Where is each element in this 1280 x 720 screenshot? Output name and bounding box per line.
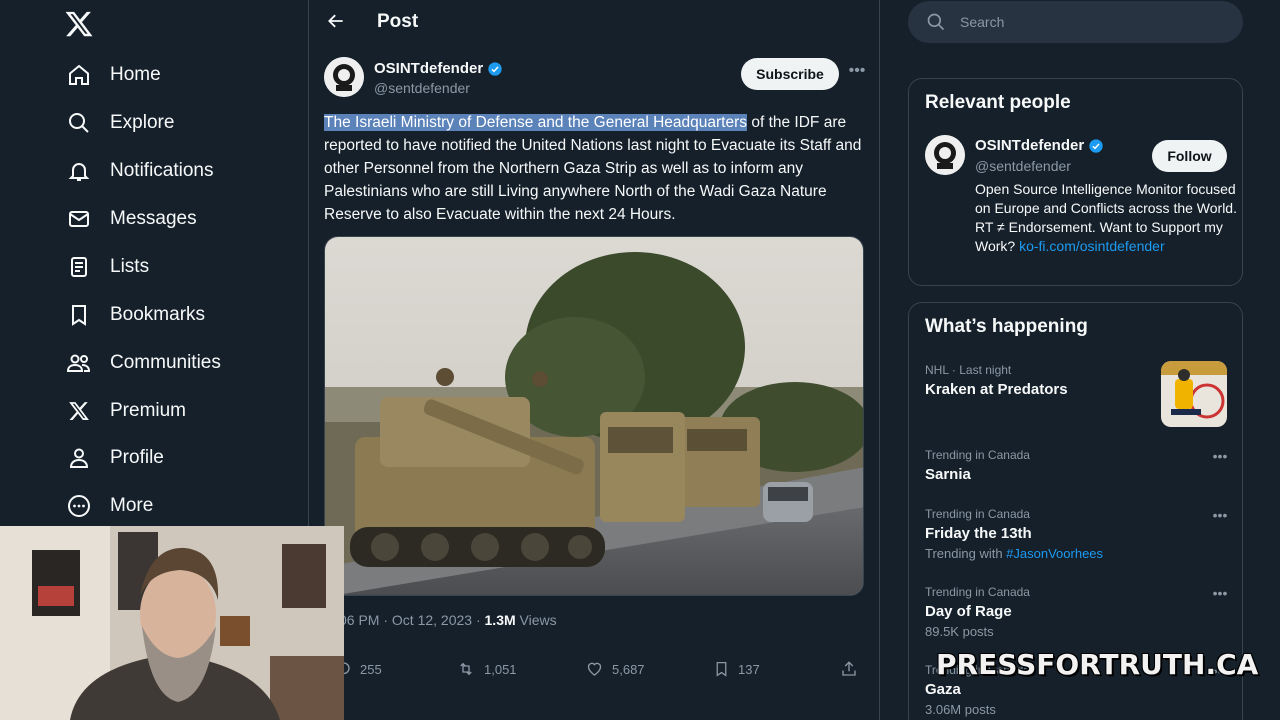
card-title: Relevant people <box>925 92 1071 113</box>
trend-item[interactable]: Trending in Canada Friday the 13th Trend… <box>925 507 1230 561</box>
reply-count: 255 <box>360 661 382 677</box>
relevant-people-card: Relevant people OSINTdefender @sentdefen… <box>908 78 1243 286</box>
post-meta: 06 PM · Oct 12, 2023 · 1.3M Views <box>339 612 557 628</box>
verified-badge-icon <box>1088 138 1104 154</box>
page-title: Post <box>377 11 419 32</box>
bookmark-count: 137 <box>738 661 760 677</box>
nav-label: Home <box>110 64 161 85</box>
trend-post-count: 3.06M posts <box>925 702 996 717</box>
person-name-text: OSINTdefender <box>975 137 1085 154</box>
trend-post-count: 89.5K posts <box>925 624 994 639</box>
back-arrow-icon[interactable] <box>323 8 349 34</box>
nav-messages[interactable]: Messages <box>60 197 211 241</box>
nav-explore[interactable]: Explore <box>60 101 188 145</box>
like-count: 5,687 <box>612 661 645 677</box>
trend-topic: Friday the 13th <box>925 525 1032 542</box>
repost-count: 1,051 <box>484 661 517 677</box>
person-avatar[interactable] <box>925 135 965 175</box>
verified-badge-icon <box>487 61 503 77</box>
nav-label: Premium <box>110 400 187 421</box>
trend-subtext: Trending with #JasonVoorhees <box>925 546 1230 561</box>
nav-premium[interactable]: Premium <box>60 389 200 433</box>
trend-thumbnail[interactable] <box>1161 361 1227 427</box>
author-handle[interactable]: @sentdefender <box>374 80 470 96</box>
person-icon <box>62 441 96 475</box>
search-bar[interactable] <box>908 1 1243 43</box>
nav-label: Lists <box>110 256 150 277</box>
nav-communities[interactable]: Communities <box>60 341 235 385</box>
person-name[interactable]: OSINTdefender <box>975 137 1104 154</box>
heart-icon <box>585 660 604 678</box>
search-input[interactable] <box>960 14 1220 30</box>
trend-context: Trending in Canada <box>925 448 1030 462</box>
nav-label: Bookmarks <box>110 304 206 325</box>
nav-home[interactable]: Home <box>60 53 175 97</box>
subscribe-button[interactable]: Subscribe <box>741 58 839 90</box>
post-timestamp[interactable]: 06 PM · Oct 12, 2023 · <box>339 612 485 628</box>
list-icon <box>62 250 96 284</box>
follow-button[interactable]: Follow <box>1152 140 1227 172</box>
nav-lists[interactable]: Lists <box>60 245 163 289</box>
nav-profile[interactable]: Profile <box>60 436 178 480</box>
more-options-icon[interactable]: ••• <box>847 62 867 84</box>
post-detail-column: Post OSINTdefender @sentdefender Subscri… <box>309 0 880 720</box>
bookmark-button[interactable]: 137 <box>713 656 760 682</box>
author-avatar[interactable] <box>324 57 364 97</box>
people-icon <box>62 346 96 380</box>
trend-topic: Sarnia <box>925 466 971 483</box>
trend-item[interactable]: Trending in Canada Sarnia ••• <box>925 448 1230 483</box>
bookmark-icon <box>713 660 730 678</box>
nav-label: Explore <box>110 112 175 133</box>
nav-notifications[interactable]: Notifications <box>60 149 228 193</box>
search-icon <box>62 106 96 140</box>
author-name[interactable]: OSINTdefender <box>374 60 503 77</box>
trend-topic: Day of Rage <box>925 603 1012 620</box>
nav-label: Communities <box>110 352 221 373</box>
share-button[interactable] <box>840 656 858 682</box>
like-button[interactable]: 5,687 <box>585 656 645 682</box>
trend-hashtag[interactable]: #JasonVoorhees <box>1006 546 1103 561</box>
trend-topic: Gaza <box>925 681 961 698</box>
nav-more[interactable]: More <box>60 484 167 528</box>
repost-icon <box>456 660 476 678</box>
trend-more-icon[interactable]: ••• <box>1210 585 1230 601</box>
nav-label: More <box>110 495 154 516</box>
trend-context: Trending in Canada <box>925 585 1030 599</box>
views-label: Views <box>515 612 557 628</box>
trend-sub-prefix: Trending with <box>925 546 1007 561</box>
post-image[interactable] <box>324 236 864 596</box>
webcam-overlay <box>0 526 344 720</box>
nav-label: Messages <box>110 208 197 229</box>
bell-icon <box>62 154 96 188</box>
x-logo-icon[interactable] <box>64 9 94 39</box>
bio-link[interactable]: ko-fi.com/osintdefender <box>1019 238 1165 254</box>
envelope-icon <box>62 202 96 236</box>
bookmark-icon <box>62 298 96 332</box>
views-count: 1.3M <box>484 612 516 628</box>
person-handle[interactable]: @sentdefender <box>975 158 1071 174</box>
author-name-text: OSINTdefender <box>374 60 484 77</box>
nav-bookmarks[interactable]: Bookmarks <box>60 293 219 337</box>
home-icon <box>62 58 96 92</box>
selected-text: The Israeli Ministry of Defense and the … <box>324 114 748 131</box>
watermark-text: PRESSFORTRUTH.CA <box>936 648 1259 681</box>
post-text: The Israeli Ministry of Defense and the … <box>324 111 869 226</box>
trend-more-icon[interactable]: ••• <box>1210 507 1230 523</box>
search-icon <box>926 12 946 32</box>
card-title: What’s happening <box>925 316 1088 337</box>
trend-item[interactable]: Trending in Canada Day of Rage 89.5K pos… <box>925 585 1230 639</box>
trend-more-icon[interactable]: ••• <box>1210 448 1230 464</box>
right-sidebar: Relevant people OSINTdefender @sentdefen… <box>880 0 1280 720</box>
trend-context: Trending in Canada <box>925 507 1030 521</box>
person-bio: Open Source Intelligence Monitor focused… <box>975 180 1237 256</box>
post-actions: 255 1,051 5,687 137 <box>324 656 869 682</box>
repost-button[interactable]: 1,051 <box>456 656 517 682</box>
more-circle-icon <box>62 489 96 523</box>
nav-label: Notifications <box>110 160 214 181</box>
x-logo-icon <box>62 394 96 428</box>
nav-label: Profile <box>110 447 164 468</box>
share-icon <box>840 660 858 678</box>
